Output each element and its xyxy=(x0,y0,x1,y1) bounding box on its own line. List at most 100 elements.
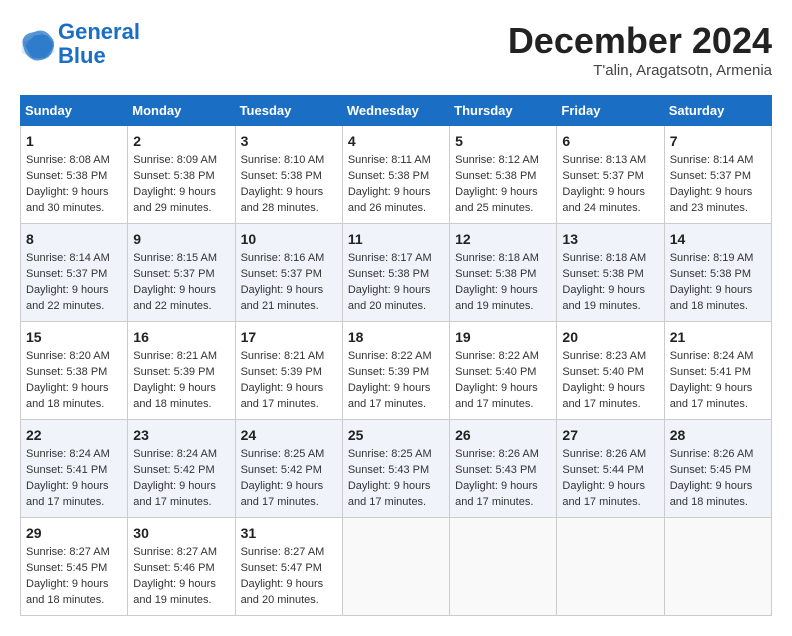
calendar-cell: 25Sunrise: 8:25 AMSunset: 5:43 PMDayligh… xyxy=(342,420,449,518)
day-number: 6 xyxy=(562,131,658,151)
day-info: Daylight: 9 hours and 17 minutes. xyxy=(455,479,551,511)
calendar-cell: 4Sunrise: 8:11 AMSunset: 5:38 PMDaylight… xyxy=(342,126,449,224)
day-info: Sunrise: 8:23 AM xyxy=(562,349,658,365)
calendar-cell: 19Sunrise: 8:22 AMSunset: 5:40 PMDayligh… xyxy=(450,322,557,420)
day-info: Sunrise: 8:20 AM xyxy=(26,349,122,365)
day-info: Sunset: 5:43 PM xyxy=(455,463,551,479)
day-info: Sunset: 5:37 PM xyxy=(562,169,658,185)
logo-icon xyxy=(20,26,56,62)
location-subtitle: T'alin, Aragatsotn, Armenia xyxy=(508,62,772,79)
day-info: Daylight: 9 hours and 18 minutes. xyxy=(26,577,122,609)
calendar-cell: 12Sunrise: 8:18 AMSunset: 5:38 PMDayligh… xyxy=(450,224,557,322)
day-number: 29 xyxy=(26,523,122,543)
day-info: Sunrise: 8:22 AM xyxy=(455,349,551,365)
day-info: Sunset: 5:40 PM xyxy=(562,365,658,381)
day-info: Sunset: 5:45 PM xyxy=(26,561,122,577)
day-number: 8 xyxy=(26,229,122,249)
day-info: Daylight: 9 hours and 22 minutes. xyxy=(133,283,229,315)
col-header-sunday: Sunday xyxy=(21,96,128,126)
day-number: 31 xyxy=(241,523,337,543)
day-number: 20 xyxy=(562,327,658,347)
day-number: 22 xyxy=(26,425,122,445)
day-info: Sunset: 5:43 PM xyxy=(348,463,444,479)
day-info: Daylight: 9 hours and 30 minutes. xyxy=(26,185,122,217)
day-info: Sunset: 5:39 PM xyxy=(348,365,444,381)
day-info: Sunrise: 8:09 AM xyxy=(133,153,229,169)
day-info: Daylight: 9 hours and 21 minutes. xyxy=(241,283,337,315)
day-info: Sunrise: 8:24 AM xyxy=(133,447,229,463)
week-row-4: 22 Sunrise: 8:24 AM Sunset: 5:41 PM Dayligh… xyxy=(21,420,772,518)
day-info: Daylight: 9 hours and 19 minutes. xyxy=(455,283,551,315)
day-info: Sunrise: 8:14 AM xyxy=(670,153,766,169)
calendar-cell: 23Sunrise: 8:24 AMSunset: 5:42 PMDayligh… xyxy=(128,420,235,518)
day-info: Sunset: 5:45 PM xyxy=(670,463,766,479)
day-number: 13 xyxy=(562,229,658,249)
day-info: Sunset: 5:37 PM xyxy=(670,169,766,185)
day-number: 28 xyxy=(670,425,766,445)
col-header-saturday: Saturday xyxy=(664,96,771,126)
calendar-cell: 28Sunrise: 8:26 AMSunset: 5:45 PMDayligh… xyxy=(664,420,771,518)
calendar-cell: 20 Sunrise: 8:23 AMSunset: 5:40 PMDayligh… xyxy=(557,322,664,420)
day-info: Daylight: 9 hours and 17 minutes. xyxy=(348,479,444,511)
day-info: Sunrise: 8:17 AM xyxy=(348,251,444,267)
day-info: Sunrise: 8:22 AM xyxy=(348,349,444,365)
day-info: Sunset: 5:38 PM xyxy=(348,169,444,185)
day-info: Sunrise: 8:24 AM xyxy=(670,349,766,365)
day-info: Daylight: 9 hours and 17 minutes. xyxy=(562,479,658,511)
day-info: Sunset: 5:37 PM xyxy=(133,267,229,283)
day-info: Sunrise: 8:25 AM xyxy=(348,447,444,463)
logo: GeneralBlue xyxy=(20,20,140,68)
day-info: Daylight: 9 hours and 20 minutes. xyxy=(241,577,337,609)
week-row-2: 8Sunrise: 8:14 AMSunset: 5:37 PMDaylight… xyxy=(21,224,772,322)
day-number: 12 xyxy=(455,229,551,249)
day-info: Daylight: 9 hours and 25 minutes. xyxy=(455,185,551,217)
day-info: Sunset: 5:40 PM xyxy=(455,365,551,381)
day-number: 3 xyxy=(241,131,337,151)
day-info: Sunset: 5:44 PM xyxy=(562,463,658,479)
day-info: Sunset: 5:42 PM xyxy=(241,463,337,479)
day-number: 5 xyxy=(455,131,551,151)
calendar-cell: 6Sunrise: 8:13 AMSunset: 5:37 PMDaylight… xyxy=(557,126,664,224)
calendar-cell: 22Sunrise: 8:24 AMSunset: 5:41 PMDayligh… xyxy=(21,420,128,518)
day-info: Sunrise: 8:21 AM xyxy=(241,349,337,365)
calendar-cell: 8Sunrise: 8:14 AMSunset: 5:37 PMDaylight… xyxy=(21,224,128,322)
day-info: Sunset: 5:38 PM xyxy=(455,267,551,283)
day-info: Sunset: 5:38 PM xyxy=(26,169,122,185)
calendar-cell: 9Sunrise: 8:15 AMSunset: 5:37 PMDaylight… xyxy=(128,224,235,322)
day-info: Sunrise: 8:13 AM xyxy=(562,153,658,169)
day-info: Daylight: 9 hours and 19 minutes. xyxy=(133,577,229,609)
day-info: Sunset: 5:39 PM xyxy=(133,365,229,381)
day-info: Sunset: 5:37 PM xyxy=(241,267,337,283)
calendar-cell: 7 Sunrise: 8:14 AMSunset: 5:37 PMDaylight… xyxy=(664,126,771,224)
day-info: Sunset: 5:41 PM xyxy=(26,463,122,479)
day-info: Sunrise: 8:14 AM xyxy=(26,251,122,267)
day-info: Sunset: 5:38 PM xyxy=(26,365,122,381)
day-info: Sunset: 5:38 PM xyxy=(670,267,766,283)
day-info: Sunrise: 8:27 AM xyxy=(26,545,122,561)
calendar-cell xyxy=(557,518,664,616)
day-info: Daylight: 9 hours and 17 minutes. xyxy=(562,381,658,413)
day-number: 23 xyxy=(133,425,229,445)
day-info: Sunrise: 8:10 AM xyxy=(241,153,337,169)
week-row-1: 1Sunrise: 8:08 AMSunset: 5:38 PMDaylight… xyxy=(21,126,772,224)
day-info: Sunrise: 8:21 AM xyxy=(133,349,229,365)
logo-text: GeneralBlue xyxy=(58,20,140,68)
day-info: Sunrise: 8:27 AM xyxy=(133,545,229,561)
day-info: Daylight: 9 hours and 28 minutes. xyxy=(241,185,337,217)
day-number: 10 xyxy=(241,229,337,249)
day-info: Sunset: 5:38 PM xyxy=(348,267,444,283)
day-info: Sunrise: 8:08 AM xyxy=(26,153,122,169)
calendar-cell xyxy=(450,518,557,616)
calendar-cell: 3Sunrise: 8:10 AMSunset: 5:38 PMDaylight… xyxy=(235,126,342,224)
calendar-cell: 27Sunrise: 8:26 AMSunset: 5:44 PMDayligh… xyxy=(557,420,664,518)
day-number: 7 xyxy=(670,131,766,151)
page-header: GeneralBlue December 2024 T'alin, Aragat… xyxy=(20,20,772,79)
calendar-cell xyxy=(664,518,771,616)
day-info: Daylight: 9 hours and 17 minutes. xyxy=(133,479,229,511)
day-info: Daylight: 9 hours and 17 minutes. xyxy=(670,381,766,413)
day-info: Sunrise: 8:26 AM xyxy=(455,447,551,463)
day-info: Daylight: 9 hours and 18 minutes. xyxy=(133,381,229,413)
calendar-cell: 11Sunrise: 8:17 AMSunset: 5:38 PMDayligh… xyxy=(342,224,449,322)
day-info: Daylight: 9 hours and 23 minutes. xyxy=(670,185,766,217)
day-info: Sunrise: 8:11 AM xyxy=(348,153,444,169)
